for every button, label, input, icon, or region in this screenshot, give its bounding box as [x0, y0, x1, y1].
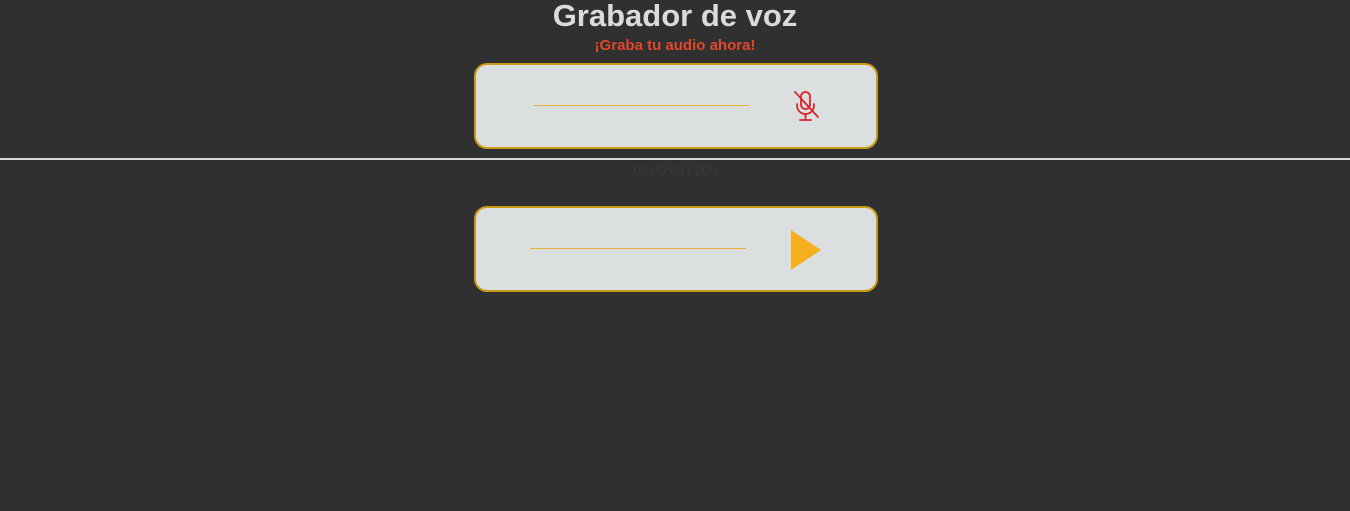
player-progress-line: [530, 248, 746, 249]
voice-recorder-page: Grabador de voz ¡Graba tu audio ahora! 0…: [0, 0, 1350, 511]
microphone-toggle-button[interactable]: [791, 89, 821, 123]
play-button[interactable]: [788, 229, 822, 271]
recorder-panel: [474, 63, 878, 149]
recording-time-status: 00:00:00 / 000: [633, 163, 717, 178]
play-icon: [791, 230, 821, 270]
page-title: Grabador de voz: [552, 0, 798, 33]
page-subtitle: ¡Graba tu audio ahora!: [594, 37, 756, 54]
section-divider: [0, 158, 1350, 160]
player-panel: [474, 206, 878, 292]
recorder-waveform-line: [533, 105, 749, 106]
microphone-off-icon: [794, 91, 819, 121]
